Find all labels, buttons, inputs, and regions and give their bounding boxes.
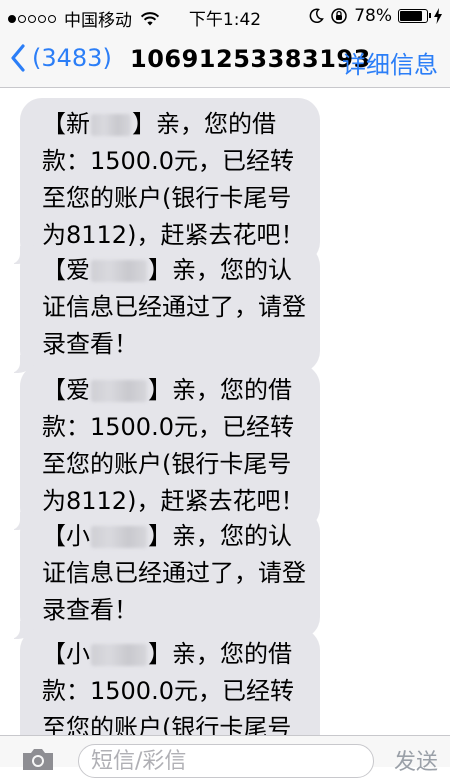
message-bubble[interactable]: 【爱 】亲，您的认证信息已经通过了，请登录查看！: [8, 244, 320, 373]
redacted-brand-name: [91, 260, 147, 282]
battery-percent: 78%: [354, 6, 392, 26]
back-button-label: (3483): [32, 44, 112, 72]
battery-fill: [400, 11, 422, 21]
battery-icon: [398, 9, 431, 23]
sender-brand-open: 【爱: [42, 376, 90, 404]
sender-brand-close: 】: [148, 376, 172, 404]
send-button[interactable]: 发送: [394, 744, 438, 776]
message-text: 【爱 】亲，您的借款：1500.0元，已经转至您的账户(银行卡尾号为8112)，赶…: [42, 376, 304, 515]
back-button[interactable]: (3483): [10, 44, 112, 72]
status-bar: 中国移动 下午1:42 78%: [0, 0, 450, 32]
compose-bar: 发送: [0, 735, 450, 778]
battery-cap: [429, 13, 431, 18]
message-bubble[interactable]: 【小】亲，您的借款：1500.0元，已经转至您的账户(银行卡尾号为8112)，赶…: [20, 628, 320, 735]
sender-brand-open: 【小: [42, 522, 90, 550]
sender-brand-close: 】: [148, 522, 172, 550]
redacted-brand-name: [91, 526, 147, 548]
message-bubble[interactable]: 【新 】亲，您的借款：1500.0元，已经转至您的账户(银行卡尾号为8112)，赶…: [8, 98, 320, 264]
conversation-thread[interactable]: 【新 】亲，您的借款：1500.0元，已经转至您的账户(银行卡尾号为8112)，赶…: [0, 88, 450, 735]
sender-brand-close: 】: [148, 640, 172, 668]
message-text: 【小】亲，您的借款：1500.0元，已经转至您的账户(银行卡尾号为8112)，赶…: [42, 640, 304, 735]
message-input[interactable]: [78, 744, 374, 778]
message-bubble[interactable]: 【小 】亲，您的认证信息已经通过了，请登录查看！: [8, 510, 320, 639]
message-bubble[interactable]: 【爱 】亲，您的借款：1500.0元，已经转至您的账户(银行卡尾号为8112)，赶…: [8, 364, 320, 530]
sender-brand-close: 】: [132, 110, 156, 138]
nav-bar: (3483) 10691253383193 详细信息: [0, 32, 450, 88]
sender-brand-close: 】: [148, 256, 172, 284]
camera-icon[interactable]: [20, 746, 56, 772]
redacted-brand-name: [91, 380, 147, 402]
details-button[interactable]: 详细信息: [342, 45, 438, 80]
conversation-title: 10691253383193: [130, 45, 371, 73]
sender-brand-open: 【爱: [42, 256, 90, 284]
chevron-left-icon: [11, 44, 25, 72]
moon-icon: [309, 8, 325, 24]
charging-bolt-icon: [434, 8, 442, 24]
message-text: 【小 】亲，您的认证信息已经通过了，请登录查看！: [42, 522, 306, 624]
status-right: 78%: [308, 6, 442, 26]
redacted-brand-name: [91, 644, 147, 666]
rotation-lock-icon: [331, 8, 347, 24]
message-text: 【爱 】亲，您的认证信息已经通过了，请登录查看！: [42, 256, 306, 358]
sender-brand-open: 【小: [42, 640, 90, 668]
message-text: 【新 】亲，您的借款：1500.0元，已经转至您的账户(银行卡尾号为8112)，赶…: [42, 110, 304, 249]
sender-brand-open: 【新: [42, 110, 90, 138]
redacted-brand-name: [91, 114, 131, 136]
